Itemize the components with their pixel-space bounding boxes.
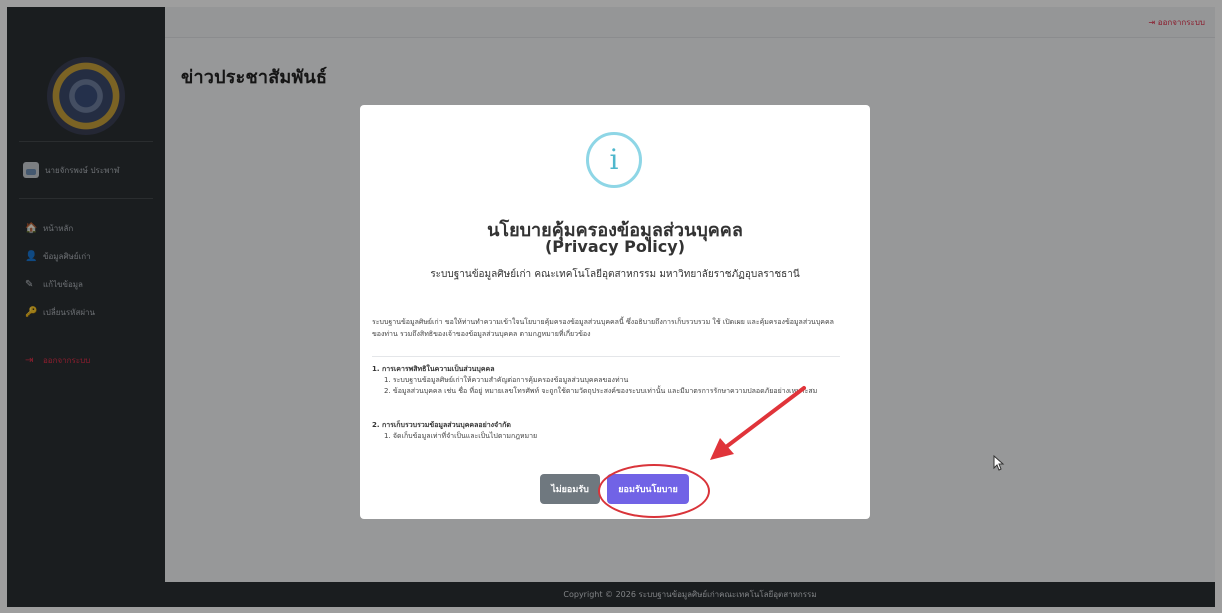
red-arrow-annotation: [710, 386, 806, 460]
highlight-circle-annotation: [598, 464, 710, 518]
section-divider: [372, 356, 840, 357]
info-icon: i: [586, 132, 642, 188]
policy-intro: ระบบฐานข้อมูลศิษย์เก่า ขอให้ท่านทำความเข…: [372, 318, 834, 338]
section-heading: 1. การเคารพสิทธิในความเป็นส่วนบุคคล: [372, 365, 495, 373]
modal-title-english: (Privacy Policy): [544, 237, 686, 256]
decline-button[interactable]: ไม่ยอมรับ: [540, 474, 600, 504]
info-glyph: i: [609, 143, 619, 176]
modal-subtitle: ระบบฐานข้อมูลศิษย์เก่า คณะเทคโนโลยีอุตสา…: [430, 269, 800, 280]
mouse-cursor-icon: [993, 455, 1005, 471]
